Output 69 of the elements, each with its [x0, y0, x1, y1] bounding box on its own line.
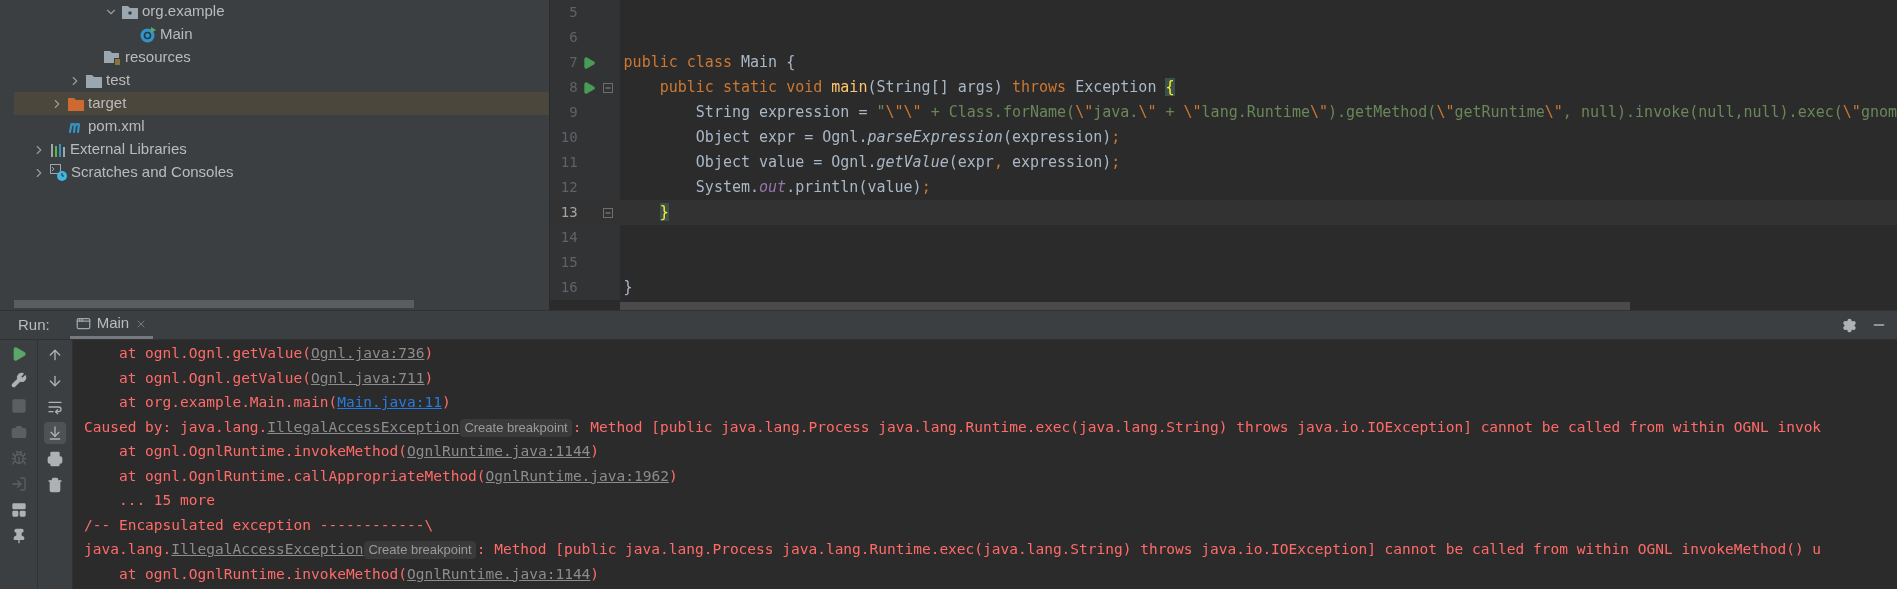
create-breakpoint-button[interactable]: Create breakpoint [364, 541, 476, 560]
code-line: Object expr = Ognl.parseExpression(expression); [694, 127, 1121, 149]
create-breakpoint-button[interactable]: Create breakpoint [460, 418, 572, 437]
line-number: 13 [559, 203, 578, 222]
folder-icon [86, 73, 102, 88]
console-text: /-- Encapsulated exception ------------\ [84, 515, 434, 535]
console-text: ) [424, 368, 434, 388]
tree-item[interactable]: pom.xml [14, 115, 549, 138]
class-icon [140, 26, 156, 43]
tree-item[interactable]: test [14, 69, 549, 92]
code-line: } [622, 277, 633, 299]
tree-item[interactable]: org.example [14, 0, 549, 23]
run-icon[interactable] [581, 55, 596, 70]
scrollbar[interactable] [14, 300, 414, 308]
tree-item[interactable]: Main [14, 23, 549, 46]
folder-icon [68, 96, 84, 111]
resources-folder-icon [104, 49, 121, 66]
scroll-to-end-button[interactable] [44, 422, 66, 444]
console-text: : Method [public java.lang.Process java.lang.Runtime.exec(java.lang.String) throws java.io.IOException] cannot be called from within OGNL invokeMethod() u [476, 540, 1822, 560]
console-text: ... 15 more [117, 491, 215, 511]
printer-icon [47, 451, 63, 467]
console-text: ) [590, 442, 600, 462]
source-link[interactable]: IllegalAccessException [267, 416, 460, 439]
code-line: public static void main(String[] args) throws Exception { [658, 77, 1175, 99]
source-link[interactable]: OgnlRuntime.java:1144 [407, 441, 591, 464]
fold-marker-icon[interactable] [602, 82, 613, 93]
console-text: ) [424, 344, 434, 364]
up-arrow-icon [47, 347, 63, 363]
source-link[interactable]: Ognl.java:736 [311, 343, 425, 366]
code-line: public class Main { [622, 52, 796, 74]
down-arrow-icon [47, 373, 63, 389]
tree-item[interactable]: resources [14, 46, 549, 69]
panel-title: Run: [18, 314, 50, 335]
source-link[interactable]: Ognl.java:711 [311, 367, 425, 390]
code-line: String expression = "\"\" + Class.forName(\"java.\" + \"lang.Runtime\").getMethod(\"getRuntime\", null).invoke(null,null).exec(\"gnom [694, 102, 1897, 124]
source-link[interactable]: OgnlRuntime.java:1962 [485, 465, 669, 488]
package-folder-icon [122, 4, 138, 19]
console-text: : Method [public java.lang.Process java.lang.Runtime.exec(java.lang.String) throws java.io.IOException] cannot be called from within OGNL invok [572, 417, 1822, 437]
settings-icon[interactable] [1842, 317, 1857, 333]
source-link[interactable]: OgnlRuntime.java:1144 [407, 563, 591, 586]
console-text: ) [441, 393, 451, 413]
trash-icon [47, 477, 63, 493]
console-text: java.lang. [84, 540, 172, 560]
console-text: at ognl.OgnlRuntime.callAppropriateMethod( [117, 466, 486, 486]
source-link[interactable]: Main.java:11 [337, 392, 442, 415]
console-text: at ognl.OgnlRuntime.invokeMethod( [117, 564, 407, 584]
wrench-icon[interactable] [10, 372, 27, 388]
arrow-to-line-icon [47, 425, 63, 441]
layout-icon[interactable] [10, 502, 27, 518]
console-text: at ognl.OgnlRuntime.invokeMethod( [117, 442, 407, 462]
console-text: at org.example.Main.main( [117, 393, 338, 413]
scratches-icon [50, 164, 67, 181]
console-icon [75, 316, 91, 331]
console-text: at ognl.Ognl.getValue( [117, 344, 311, 364]
code-line: System.out.println(value); [694, 177, 931, 199]
code-line: Object value = Ognl.getValue(expr, expression); [694, 152, 1121, 174]
console-text: at ognl.Ognl.getValue( [117, 368, 311, 388]
fold-marker-icon[interactable] [602, 207, 613, 218]
source-link[interactable]: IllegalAccessException [171, 539, 364, 562]
tree-item[interactable]: External Libraries [14, 138, 549, 161]
console-text: ) [668, 466, 678, 486]
wrap-text-icon [47, 399, 63, 415]
libraries-icon [50, 142, 66, 157]
scrollbar[interactable] [619, 302, 1630, 310]
console-text: Caused by: java.lang. [84, 417, 268, 437]
tree-item[interactable]: Scratches and Consoles [14, 161, 549, 184]
tree-item[interactable]: target [14, 92, 549, 115]
run-icon[interactable] [581, 80, 596, 95]
console-text: ) [590, 564, 600, 584]
